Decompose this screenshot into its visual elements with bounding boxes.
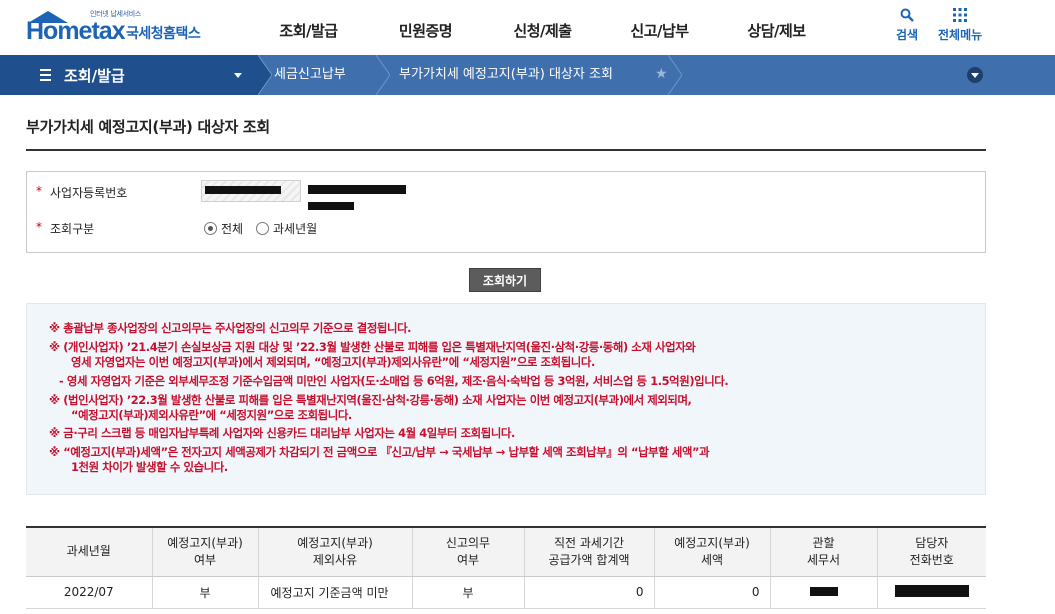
col-period: 과세년월 — [26, 527, 153, 577]
required-mark: * — [36, 184, 42, 198]
all-menu-label: 전체메뉴 — [938, 28, 983, 42]
type-label: 조회구분 — [50, 222, 95, 236]
form-row-type: * 조회구분 전체 과세년월 — [27, 220, 985, 250]
notice-line: ※ 총괄납부 종사업장의 신고의무는 주사업장의 신고의무 기준으로 결정됩니다… — [49, 321, 412, 335]
cell-prev-supply: 0 — [524, 576, 655, 609]
redacted-phone — [894, 584, 969, 597]
redacted-bizno — [205, 186, 281, 194]
redacted-tax-office — [809, 587, 838, 596]
radio-period-label: 과세년월 — [273, 222, 318, 236]
cell-tax-office — [770, 576, 878, 609]
notice-line: ※ (법인사업자) ’22.3월 발생한 산불로 피해를 입은 특별재난지역(울… — [49, 393, 692, 407]
search-label: 검색 — [896, 28, 919, 42]
notice-line: ※ (개인사업자) ’21.4분기 손실보상금 지원 대상 및 ’22.3월 발… — [49, 340, 696, 354]
result-table: 과세년월 예정고지(부과) 여부 예정고지(부과) 제외사유 신고의무 여부 직전 과… — [26, 526, 986, 609]
radio-all[interactable]: 전체 — [204, 220, 243, 237]
logo-wordmark: Hometax — [26, 17, 126, 45]
nav-consult[interactable]: 상담/제보 — [718, 0, 835, 55]
redacted-representative — [308, 202, 354, 210]
col-tax-amount: 예정고지(부과) 세액 — [654, 527, 771, 577]
col-exclude-reason: 예정고지(부과) 제외사유 — [258, 527, 413, 577]
search-button[interactable]: 검색 — [896, 8, 918, 43]
location-menu-dropdown[interactable]: 조회/발급 — [0, 55, 258, 95]
nav-inquiry[interactable]: 조회/발급 — [250, 0, 367, 55]
form-row-bizno: * 사업자등록번호 — [27, 184, 985, 214]
radio-all-indicator[interactable] — [204, 222, 217, 235]
table-row: 2022/07 부 예정고지 기준금액 미만 부 0 0 — [26, 576, 986, 609]
nav-filing[interactable]: 신고/납부 — [601, 0, 718, 55]
breadcrumb-separator-icon — [376, 55, 390, 95]
notice-line: 영세 자영업자는 이번 예정고지(부과)에서 제외되며, “예정고지(부과)제외… — [71, 355, 595, 369]
redacted-company-name — [308, 185, 406, 194]
cell-exclude-reason: 예정고지 기준금액 미만 — [258, 576, 413, 609]
notice-line: ※ 금·구리 스크랩 등 매입자납부특례 사업자와 신용카드 대리납부 사업자는… — [49, 426, 515, 440]
notice-line: “예정고지(부과)제외사유란”에 “세정지원”으로 조회됩니다. — [71, 408, 352, 422]
nav-certificates[interactable]: 민원증명 — [367, 0, 484, 55]
breadcrumb-separator-icon — [668, 55, 682, 95]
cell-period: 2022/07 — [26, 576, 153, 609]
notice-box: ※ 총괄납부 종사업장의 신고의무는 주사업장의 신고의무 기준으로 결정됩니다… — [26, 303, 986, 495]
table-header-row: 과세년월 예정고지(부과) 여부 예정고지(부과) 제외사유 신고의무 여부 직전 과… — [26, 527, 986, 577]
notice-line: 1천원 차이가 발생할 수 있습니다. — [71, 460, 228, 474]
main-nav: 조회/발급 민원증명 신청/제출 신고/납부 상담/제보 — [250, 0, 835, 55]
search-submit-button[interactable]: 조회하기 — [469, 268, 541, 292]
location-expand-icon[interactable] — [967, 67, 983, 83]
hometax-logo[interactable]: 인터넷 납세서비스 Hometax 국세청홈택스 — [26, 9, 216, 49]
col-duty-yn: 신고의무 여부 — [412, 527, 525, 577]
search-form: * 사업자등록번호 * 조회구분 전체 과세년월 — [26, 171, 986, 253]
bizno-label: 사업자등록번호 — [50, 186, 128, 200]
cell-officer-phone — [877, 576, 986, 609]
breadcrumb-chevron-icon — [258, 55, 272, 95]
favorite-star-icon[interactable]: ★ — [655, 66, 668, 82]
radio-period-indicator[interactable] — [256, 222, 269, 235]
cell-notice-yn: 부 — [152, 576, 259, 609]
search-icon — [900, 8, 914, 22]
col-notice-yn: 예정고지(부과) 여부 — [152, 527, 259, 577]
radio-all-label: 전체 — [221, 222, 244, 236]
col-officer-phone: 담당자 전화번호 — [877, 527, 986, 577]
top-header: 인터넷 납세서비스 Hometax 국세청홈택스 조회/발급 민원증명 신청/제… — [0, 0, 1055, 55]
page-title: 부가가치세 예정고지(부과) 대상자 조회 — [26, 118, 270, 136]
nav-apply[interactable]: 신청/제출 — [484, 0, 601, 55]
breadcrumb-item-tax-filing[interactable]: 세금신고납부 — [274, 55, 346, 95]
location-menu-label: 조회/발급 — [64, 67, 125, 85]
hamburger-icon — [40, 67, 52, 83]
cell-tax-amount: 0 — [654, 576, 771, 609]
col-tax-office: 관할 세무서 — [770, 527, 878, 577]
logo-korean: 국세청홈택스 — [126, 26, 201, 42]
col-prev-supply: 직전 과세기간 공급가액 합계액 — [524, 527, 655, 577]
radio-period[interactable]: 과세년월 — [256, 220, 317, 237]
location-bar: 조회/발급 세금신고납부 부가가치세 예정고지(부과) 대상자 조회 ★ — [0, 55, 1055, 95]
caret-down-icon — [234, 73, 242, 78]
breadcrumb-item-current[interactable]: 부가가치세 예정고지(부과) 대상자 조회 — [399, 55, 613, 95]
grid-icon — [953, 8, 968, 22]
title-divider — [26, 149, 986, 151]
notice-line: ※ “예정고지(부과)세액”은 전자고지 세액공제가 차감되기 전 금액으로 『… — [49, 445, 710, 459]
required-mark: * — [36, 220, 42, 234]
notice-line: - 영세 자영업자 기준은 외부세무조정 기준수입금액 미만인 사업자(도·소매… — [59, 374, 729, 388]
cell-duty-yn: 부 — [412, 576, 525, 609]
all-menu-button[interactable]: 전체메뉴 — [938, 8, 982, 43]
